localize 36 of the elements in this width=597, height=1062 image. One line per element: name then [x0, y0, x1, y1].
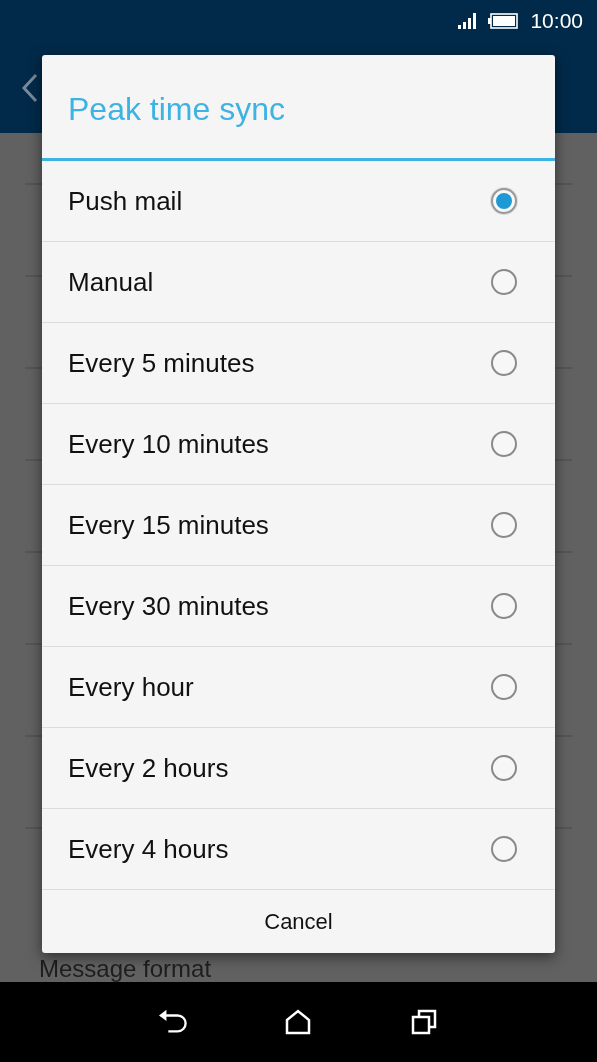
- option-label: Every 5 minutes: [68, 347, 255, 379]
- radio-button[interactable]: [491, 836, 517, 862]
- cancel-button[interactable]: Cancel: [42, 890, 555, 953]
- option-label: Manual: [68, 266, 154, 298]
- radio-button[interactable]: [491, 431, 517, 457]
- back-chevron-icon[interactable]: [22, 72, 38, 103]
- radio-button[interactable]: [491, 269, 517, 295]
- option-row[interactable]: Every 4 hours: [42, 809, 555, 890]
- battery-icon: [488, 13, 519, 29]
- option-row[interactable]: Manual: [42, 242, 555, 323]
- setting-label: Message format: [39, 956, 212, 982]
- recent-apps-icon[interactable]: [410, 1009, 439, 1035]
- option-label: Every 30 minutes: [68, 590, 269, 622]
- radio-button[interactable]: [491, 755, 517, 781]
- option-row[interactable]: Every hour: [42, 647, 555, 728]
- status-time: 10:00: [530, 9, 583, 33]
- option-row[interactable]: Every 30 minutes: [42, 566, 555, 647]
- option-row[interactable]: Every 10 minutes: [42, 404, 555, 485]
- option-row[interactable]: Every 2 hours: [42, 728, 555, 809]
- option-label: Push mail: [68, 185, 183, 217]
- radio-button[interactable]: [491, 350, 517, 376]
- option-row[interactable]: Push mail: [42, 161, 555, 242]
- option-row[interactable]: Every 5 minutes: [42, 323, 555, 404]
- home-icon[interactable]: [284, 1009, 313, 1035]
- radio-button[interactable]: [491, 674, 517, 700]
- option-row[interactable]: Every 15 minutes: [42, 485, 555, 566]
- option-label: Every 10 minutes: [68, 428, 269, 460]
- radio-button[interactable]: [491, 593, 517, 619]
- option-label: Every 2 hours: [68, 752, 229, 784]
- option-label: Every hour: [68, 671, 194, 703]
- back-icon[interactable]: [158, 1009, 187, 1035]
- option-label: Every 4 hours: [68, 833, 229, 865]
- dialog-title: Peak time sync: [42, 55, 555, 161]
- radio-button[interactable]: [491, 188, 517, 214]
- option-label: Every 15 minutes: [68, 509, 269, 541]
- radio-button[interactable]: [491, 512, 517, 538]
